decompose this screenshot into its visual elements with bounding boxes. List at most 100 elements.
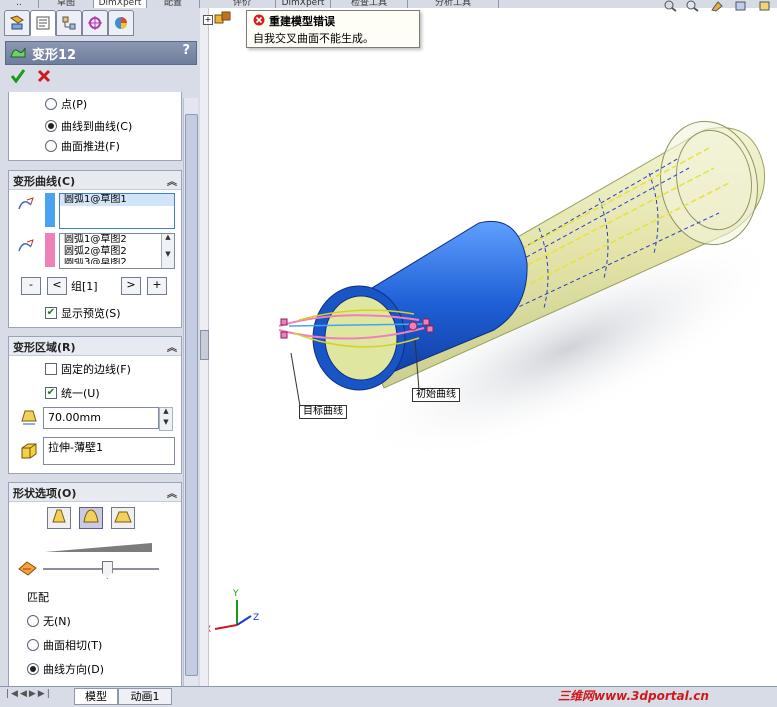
property-manager-tab[interactable] (30, 10, 56, 36)
shape-accuracy-slider-thumb[interactable] (101, 561, 113, 579)
previous-group-button[interactable]: < (47, 277, 67, 295)
ok-button[interactable] (10, 68, 26, 84)
remove-group-button[interactable]: - (21, 277, 41, 295)
spin-down-icon[interactable]: ▼ (160, 419, 172, 430)
target-curves-list[interactable]: 圆弧1@草图2 圆弧2@草图2 圆弧3@草图2 ▲ ▼ (59, 233, 175, 269)
configuration-manager-tab[interactable] (56, 10, 82, 36)
uniform-option[interactable]: ✔ 统一(U) (45, 385, 100, 401)
option-surface-push-label: 曲面推进(F) (61, 140, 120, 153)
tab-config[interactable]: 配置 (147, 0, 200, 8)
previous-view-icon[interactable] (710, 0, 724, 12)
section-view-icon[interactable] (734, 0, 748, 12)
radio-match-curve-direction[interactable] (27, 663, 39, 675)
stiffness-max-button[interactable] (111, 507, 135, 529)
option-point-label: 点(P) (61, 98, 88, 111)
collapse-chevron-icon[interactable]: ︽ (167, 485, 177, 500)
feature-tree-icon (9, 15, 24, 30)
radio-point[interactable] (45, 98, 57, 110)
fixed-edges-option[interactable]: 固定的边线(F) (45, 361, 131, 377)
panel-splitter[interactable] (200, 8, 209, 686)
splitter-collapse-handle[interactable] (200, 330, 209, 360)
radius-spinner[interactable]: ▲ ▼ (159, 407, 173, 431)
deform-feature-icon (10, 47, 26, 58)
rebuild-error-tooltip[interactable]: 重建模型错误 自我交叉曲面不能生成。 (246, 10, 420, 48)
tree-expand-icon[interactable]: + (203, 15, 213, 25)
dimxpert-manager-tab[interactable] (82, 10, 108, 36)
add-group-button[interactable]: + (147, 277, 167, 295)
radio-match-surface-tangent[interactable] (27, 639, 39, 651)
collapse-chevron-icon[interactable]: ︽ (167, 339, 177, 354)
show-preview-checkbox[interactable]: ✔ (45, 307, 57, 319)
show-preview-option[interactable]: ✔ 显示预览(S) (45, 305, 121, 321)
target-curve-callout[interactable]: 目标曲线 (299, 405, 347, 419)
list-scrollbar[interactable]: ▲ ▼ (161, 234, 174, 268)
stiffness-min-button[interactable] (47, 507, 71, 529)
zoom-area-icon[interactable] (686, 0, 700, 12)
list-item[interactable]: 圆弧1@草图1 (60, 194, 174, 206)
deform-region-header[interactable]: 变形区域(R) ︽ (9, 337, 181, 356)
deform-region-heading: 变形区域(R) (13, 341, 76, 354)
radio-surface-push[interactable] (45, 140, 57, 152)
cancel-button[interactable] (36, 68, 52, 84)
target-callout-leader (290, 352, 302, 413)
scroll-up-icon[interactable]: ▲ (162, 234, 174, 251)
view-orientation-icon[interactable] (758, 0, 772, 12)
deform-radius-input[interactable]: 70.00mm (43, 407, 159, 429)
tab-sketch[interactable]: 草图 (39, 0, 94, 8)
deform-curves-header[interactable]: 变形曲线(C) ︽ (9, 171, 181, 190)
axis-x-label: X (209, 625, 211, 635)
initial-curves-list[interactable]: 圆弧1@草图1 (59, 193, 175, 229)
tab-model[interactable]: 模型 (74, 688, 118, 705)
display-pie-icon (115, 17, 127, 29)
panel-scrollbar-thumb[interactable] (185, 114, 198, 676)
check-icon (10, 69, 26, 84)
graphics-area[interactable]: Y X Z (205, 8, 777, 686)
list-item[interactable]: 圆弧1@草图2 (60, 234, 174, 246)
fixed-edges-label: 固定的边线(F) (61, 363, 131, 376)
option-curve-to-curve-label: 曲线到曲线(C) (61, 120, 133, 133)
scroll-down-icon[interactable]: ▼ (162, 251, 174, 268)
bodies-to-deform-list[interactable]: 拉伸-薄壁1 (43, 437, 175, 465)
tab-motion-study[interactable]: 动画1 (118, 688, 172, 705)
tab-analysis-tools[interactable]: 分析工具 (408, 0, 499, 8)
option-point[interactable]: 点(P) (45, 96, 87, 112)
stiffness-medium-icon (83, 509, 99, 523)
match-curve-direction-label: 曲线方向(D) (43, 663, 105, 676)
match-none-option[interactable]: 无(N) (27, 613, 71, 629)
part-icon (214, 11, 231, 24)
watermark: 三维网www.3dportal.cn (558, 689, 709, 703)
help-button[interactable]: ? (182, 43, 190, 58)
tab-scroll-arrows[interactable]: |◀◀▶▶| (6, 689, 52, 699)
radius-icon (21, 410, 37, 425)
feature-tree-tab[interactable] (4, 10, 30, 36)
list-item[interactable]: 圆弧3@草图2 (60, 258, 174, 264)
error-title: 重建模型错误 (269, 15, 335, 28)
match-curve-direction-option[interactable]: 曲线方向(D) (27, 661, 104, 677)
uniform-checkbox[interactable]: ✔ (45, 387, 57, 399)
deform-curves-group: 变形曲线(C) ︽ 圆弧1@草图1 圆弧1@草图2 圆弧2@草图2 圆弧3@草图… (8, 170, 182, 328)
next-group-button[interactable]: > (121, 277, 141, 295)
fixed-edges-checkbox[interactable] (45, 363, 57, 375)
option-surface-push[interactable]: 曲面推进(F) (45, 138, 120, 154)
list-item[interactable]: 圆弧2@草图2 (60, 246, 174, 258)
panel-scrollbar[interactable] (183, 98, 198, 686)
tab-features[interactable]: .. (0, 0, 39, 8)
axis-z-label: Z (253, 613, 259, 623)
zoom-to-fit-icon[interactable] (664, 0, 678, 12)
tab-dimxpert-2[interactable]: DimXpert (276, 0, 331, 8)
display-manager-tab[interactable] (108, 10, 134, 36)
tab-evaluate[interactable]: 评价 (209, 0, 276, 8)
option-curve-to-curve[interactable]: 曲线到曲线(C) (45, 118, 132, 134)
stiffness-medium-button[interactable] (79, 507, 103, 529)
collapse-chevron-icon[interactable]: ︽ (167, 173, 177, 188)
deform-curves-heading: 变形曲线(C) (13, 175, 76, 188)
radio-curve-to-curve[interactable] (45, 120, 57, 132)
shape-accuracy-slider-track[interactable] (43, 568, 159, 570)
initial-curve-callout[interactable]: 初始曲线 (412, 388, 460, 402)
radio-match-none[interactable] (27, 615, 39, 627)
tab-check-tools[interactable]: 检查工具 (331, 0, 408, 8)
match-surface-tangent-option[interactable]: 曲面相切(T) (27, 637, 102, 653)
shape-options-header[interactable]: 形状选项(O) ︽ (9, 483, 181, 502)
shape-accuracy-wedge (45, 543, 152, 552)
tab-dimxpert[interactable]: DimXpert (94, 0, 147, 8)
